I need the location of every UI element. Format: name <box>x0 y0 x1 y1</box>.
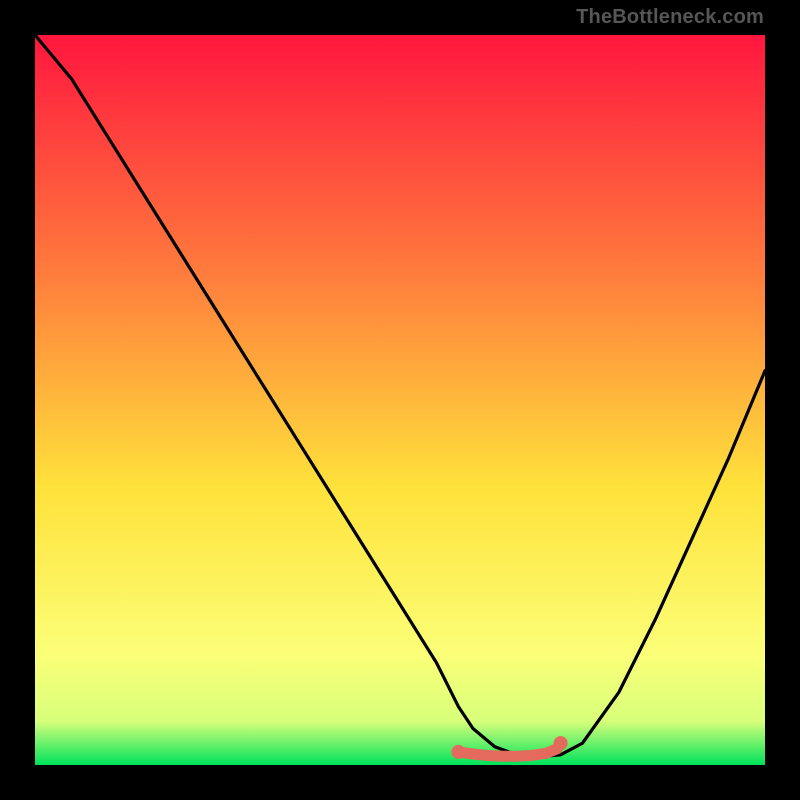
optimal-range-endpoint <box>554 736 568 750</box>
bottleneck-chart <box>35 35 765 765</box>
gradient-background <box>35 35 765 765</box>
watermark-text: TheBottleneck.com <box>576 6 764 29</box>
chart-frame: TheBottleneck.com <box>0 0 800 800</box>
optimal-range-endpoint <box>451 745 465 759</box>
